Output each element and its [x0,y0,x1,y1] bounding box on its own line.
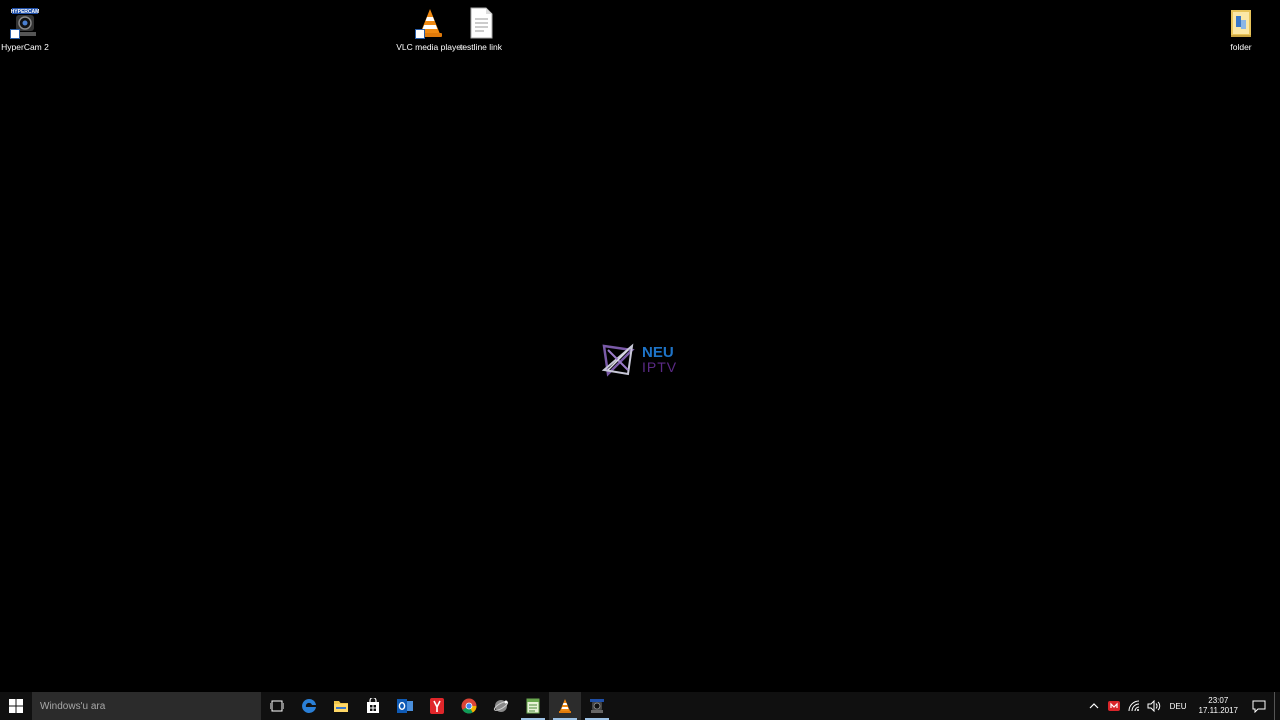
action-center-button[interactable] [1244,692,1274,720]
search-input[interactable] [38,699,252,713]
yandex-icon [430,698,444,714]
taskbar: DEU 23:07 17.11.2017 [0,692,1280,720]
shortcut-arrow-icon [415,29,425,39]
hypercam-icon: HYPERCAM [8,6,42,40]
vlc-cone-icon [413,6,447,40]
store-icon [367,698,379,713]
satellite-icon [493,700,509,712]
notification-icon [1252,700,1266,713]
taskbar-app-vlc[interactable] [549,692,581,720]
wallpaper-logo: NEU IPTV [600,340,680,380]
desktop: HYPERCAM HyperCam 2 VLC media player tes… [0,0,1280,692]
network-button[interactable] [1124,692,1144,720]
desktop-icon-hypercam[interactable]: HYPERCAM HyperCam 2 [0,6,60,52]
logo-text-iptv: IPTV [642,359,678,375]
shortcut-arrow-icon [10,29,20,39]
neu-iptv-logo-icon [601,343,635,377]
hypercam-icon [590,699,604,713]
text-file-icon [464,6,498,40]
taskbar-app-utility[interactable] [485,692,517,720]
start-button[interactable] [0,692,32,720]
task-view-icon [270,700,284,712]
taskbar-app-edge[interactable] [293,692,325,720]
desktop-icon-folder[interactable]: folder [1206,6,1276,52]
taskbar-app-outlook[interactable] [389,692,421,720]
wifi-icon [1128,700,1139,712]
desktop-icon-testline-link[interactable]: testline link [446,6,516,52]
outlook-icon [397,699,413,713]
folder-icon [334,701,348,712]
show-desktop-button[interactable] [1274,692,1280,720]
tray-app-icon [1107,701,1120,711]
clock-time: 23:07 [1208,696,1229,705]
taskbar-app-hypercam[interactable] [581,692,613,720]
windows-logo-icon [9,699,23,713]
logo-text-neu: NEU [642,344,674,361]
chrome-icon [461,698,477,714]
chevron-up-icon [1089,703,1099,709]
taskbar-app-store[interactable] [357,692,389,720]
svg-text:HYPERCAM: HYPERCAM [11,9,40,15]
language-indicator[interactable]: DEU [1164,692,1193,720]
desktop-icon-label: HyperCam 2 [1,42,49,52]
search-box[interactable] [32,692,261,720]
volume-button[interactable] [1144,692,1164,720]
taskbar-app-yandex[interactable] [421,692,453,720]
taskbar-app-file-explorer[interactable] [325,692,357,720]
vlc-cone-icon [559,699,571,713]
clock[interactable]: 23:07 17.11.2017 [1193,696,1244,716]
system-tray: DEU 23:07 17.11.2017 [1084,692,1280,720]
speaker-icon [1147,700,1160,712]
taskbar-app-notepad[interactable] [517,692,549,720]
taskbar-app-chrome[interactable] [453,692,485,720]
task-view-button[interactable] [261,692,293,720]
clock-date: 17.11.2017 [1198,706,1238,715]
desktop-icon-label: folder [1230,42,1252,52]
tray-app-button[interactable] [1104,692,1124,720]
folder-icon [1224,6,1258,40]
edge-icon [302,698,316,713]
notepad-icon [526,698,540,714]
desktop-icon-label: testline link [459,42,503,52]
show-hidden-icons-button[interactable] [1084,692,1104,720]
